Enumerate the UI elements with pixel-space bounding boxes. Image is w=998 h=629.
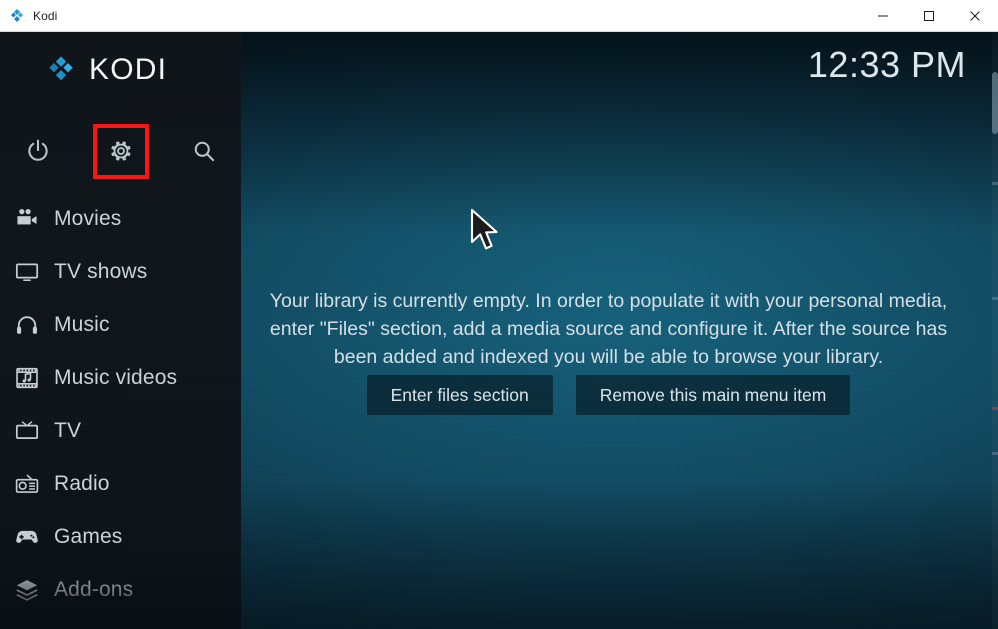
scrollbar-tick [992,297,998,300]
scrollbar-thumb[interactable] [992,72,998,134]
kodi-logo-icon [46,55,76,85]
remove-main-menu-item-button[interactable]: Remove this main menu item [576,375,851,415]
gamepad-icon [0,524,54,550]
window-controls [860,0,998,32]
gear-icon [108,138,134,164]
minimize-button[interactable] [860,0,906,32]
tv-icon [0,418,54,444]
kodi-logo-icon [9,8,25,24]
movie-camera-icon [0,206,54,232]
sidebar-item-label: Music videos [54,366,177,390]
sidebar-item-label: Radio [54,472,110,496]
brand-text: KODI [89,55,167,85]
sidebar-item-add-ons[interactable]: Add-ons [0,563,241,616]
music-film-icon [0,365,54,391]
sidebar-item-games[interactable]: Games [0,510,241,563]
sidebar-item-music-videos[interactable]: Music videos [0,351,241,404]
sidebar-item-movies[interactable]: Movies [0,192,241,245]
window-title: Kodi [33,9,57,23]
search-button[interactable] [177,124,231,178]
power-icon [25,138,51,164]
kodi-app-area: 12:33 PM Your library is currently empty… [0,32,998,629]
vertical-scrollbar[interactable] [992,32,998,629]
power-button[interactable] [11,124,65,178]
titlebar-left: Kodi [0,8,57,24]
main-content: Your library is currently empty. In orde… [241,32,998,629]
sidebar-item-label: Music [54,313,110,337]
sidebar-item-pictures[interactable]: Pictures [0,616,241,629]
sidebar-item-label: Games [54,525,122,549]
sidebar-item-label: Add-ons [54,578,133,602]
headphones-icon [0,312,54,338]
sidebar-item-label: Movies [54,207,121,231]
window-titlebar: Kodi [0,0,998,32]
sidebar-item-label: TV [54,419,81,443]
scrollbar-tick [992,452,998,455]
sidebar-item-music[interactable]: Music [0,298,241,351]
sidebar-item-radio[interactable]: Radio [0,457,241,510]
sidebar-item-tv-shows[interactable]: TV shows [0,245,241,298]
sidebar-item-tv[interactable]: TV [0,404,241,457]
enter-files-section-button[interactable]: Enter files section [367,375,553,415]
scrollbar-tick [992,182,998,185]
main-menu: Movies TV shows [0,192,241,629]
sidebar: KODI [0,32,241,629]
television-icon [0,259,54,285]
radio-icon [0,471,54,497]
addons-box-icon [0,577,54,603]
quick-action-row [0,124,241,178]
kodi-brand: KODI [46,40,167,100]
settings-button[interactable] [94,124,148,178]
kodi-window: Kodi 12:33 PM Your library is currently … [0,0,998,629]
empty-library-message: Your library is currently empty. In orde… [241,287,976,371]
scrollbar-tick [992,407,998,410]
close-button[interactable] [952,0,998,32]
search-icon [191,138,217,164]
sidebar-item-label: TV shows [54,260,147,284]
action-button-row: Enter files section Remove this main men… [241,375,976,415]
maximize-button[interactable] [906,0,952,32]
